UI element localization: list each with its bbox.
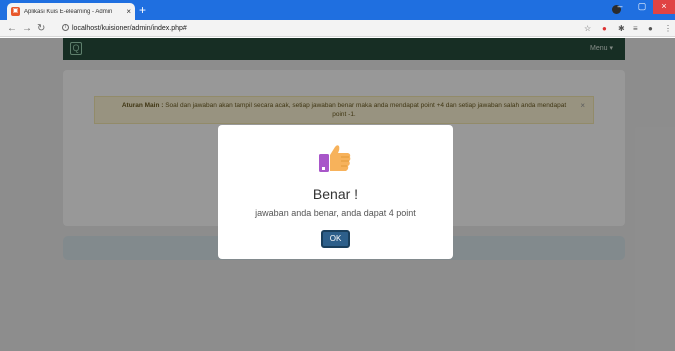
site-info-icon[interactable]: i [62, 24, 69, 31]
ok-button[interactable]: OK [321, 230, 350, 248]
forward-icon[interactable]: → [22, 21, 32, 36]
browser-tab[interactable]: ▣ Aplikasi Kuis E-elearning - Admin × [7, 3, 135, 20]
tab-close-icon[interactable]: × [126, 7, 131, 16]
kebab-menu-icon[interactable]: ⋮ [664, 23, 672, 34]
tab-title: Aplikasi Kuis E-elearning - Admin [24, 8, 113, 15]
favicon-icon: ▣ [11, 7, 20, 16]
modal-title: Benar ! [312, 186, 359, 202]
extension-icon[interactable]: ● [602, 23, 607, 34]
extensions-puzzle-icon[interactable]: ✱ [618, 23, 625, 34]
reading-list-icon[interactable]: ≡ [633, 23, 638, 34]
new-tab-button[interactable]: + [139, 3, 146, 17]
address-bar[interactable]: localhost/kuisioner/admin/index.php# [72, 22, 187, 35]
reload-icon[interactable]: ↻ [37, 21, 45, 36]
modal-message: jawaban anda benar, anda dapat 4 point [255, 208, 416, 218]
back-icon[interactable]: ← [7, 21, 17, 36]
thumbs-up-icon [319, 145, 351, 172]
account-icon[interactable]: ● [648, 23, 653, 34]
result-modal: Benar ! jawaban anda benar, anda dapat 4… [218, 125, 453, 259]
browser-tab-strip: ▣ Aplikasi Kuis E-elearning - Admin × + … [0, 0, 675, 20]
maximize-button[interactable]: ▢ [631, 0, 653, 14]
bookmark-star-icon[interactable]: ☆ [584, 23, 591, 34]
window-controls: – ▢ × [609, 0, 675, 14]
browser-toolbar: ← → ↻ i localhost/kuisioner/admin/index.… [0, 20, 675, 37]
close-window-button[interactable]: × [653, 0, 675, 14]
minimize-button[interactable]: – [609, 0, 631, 14]
